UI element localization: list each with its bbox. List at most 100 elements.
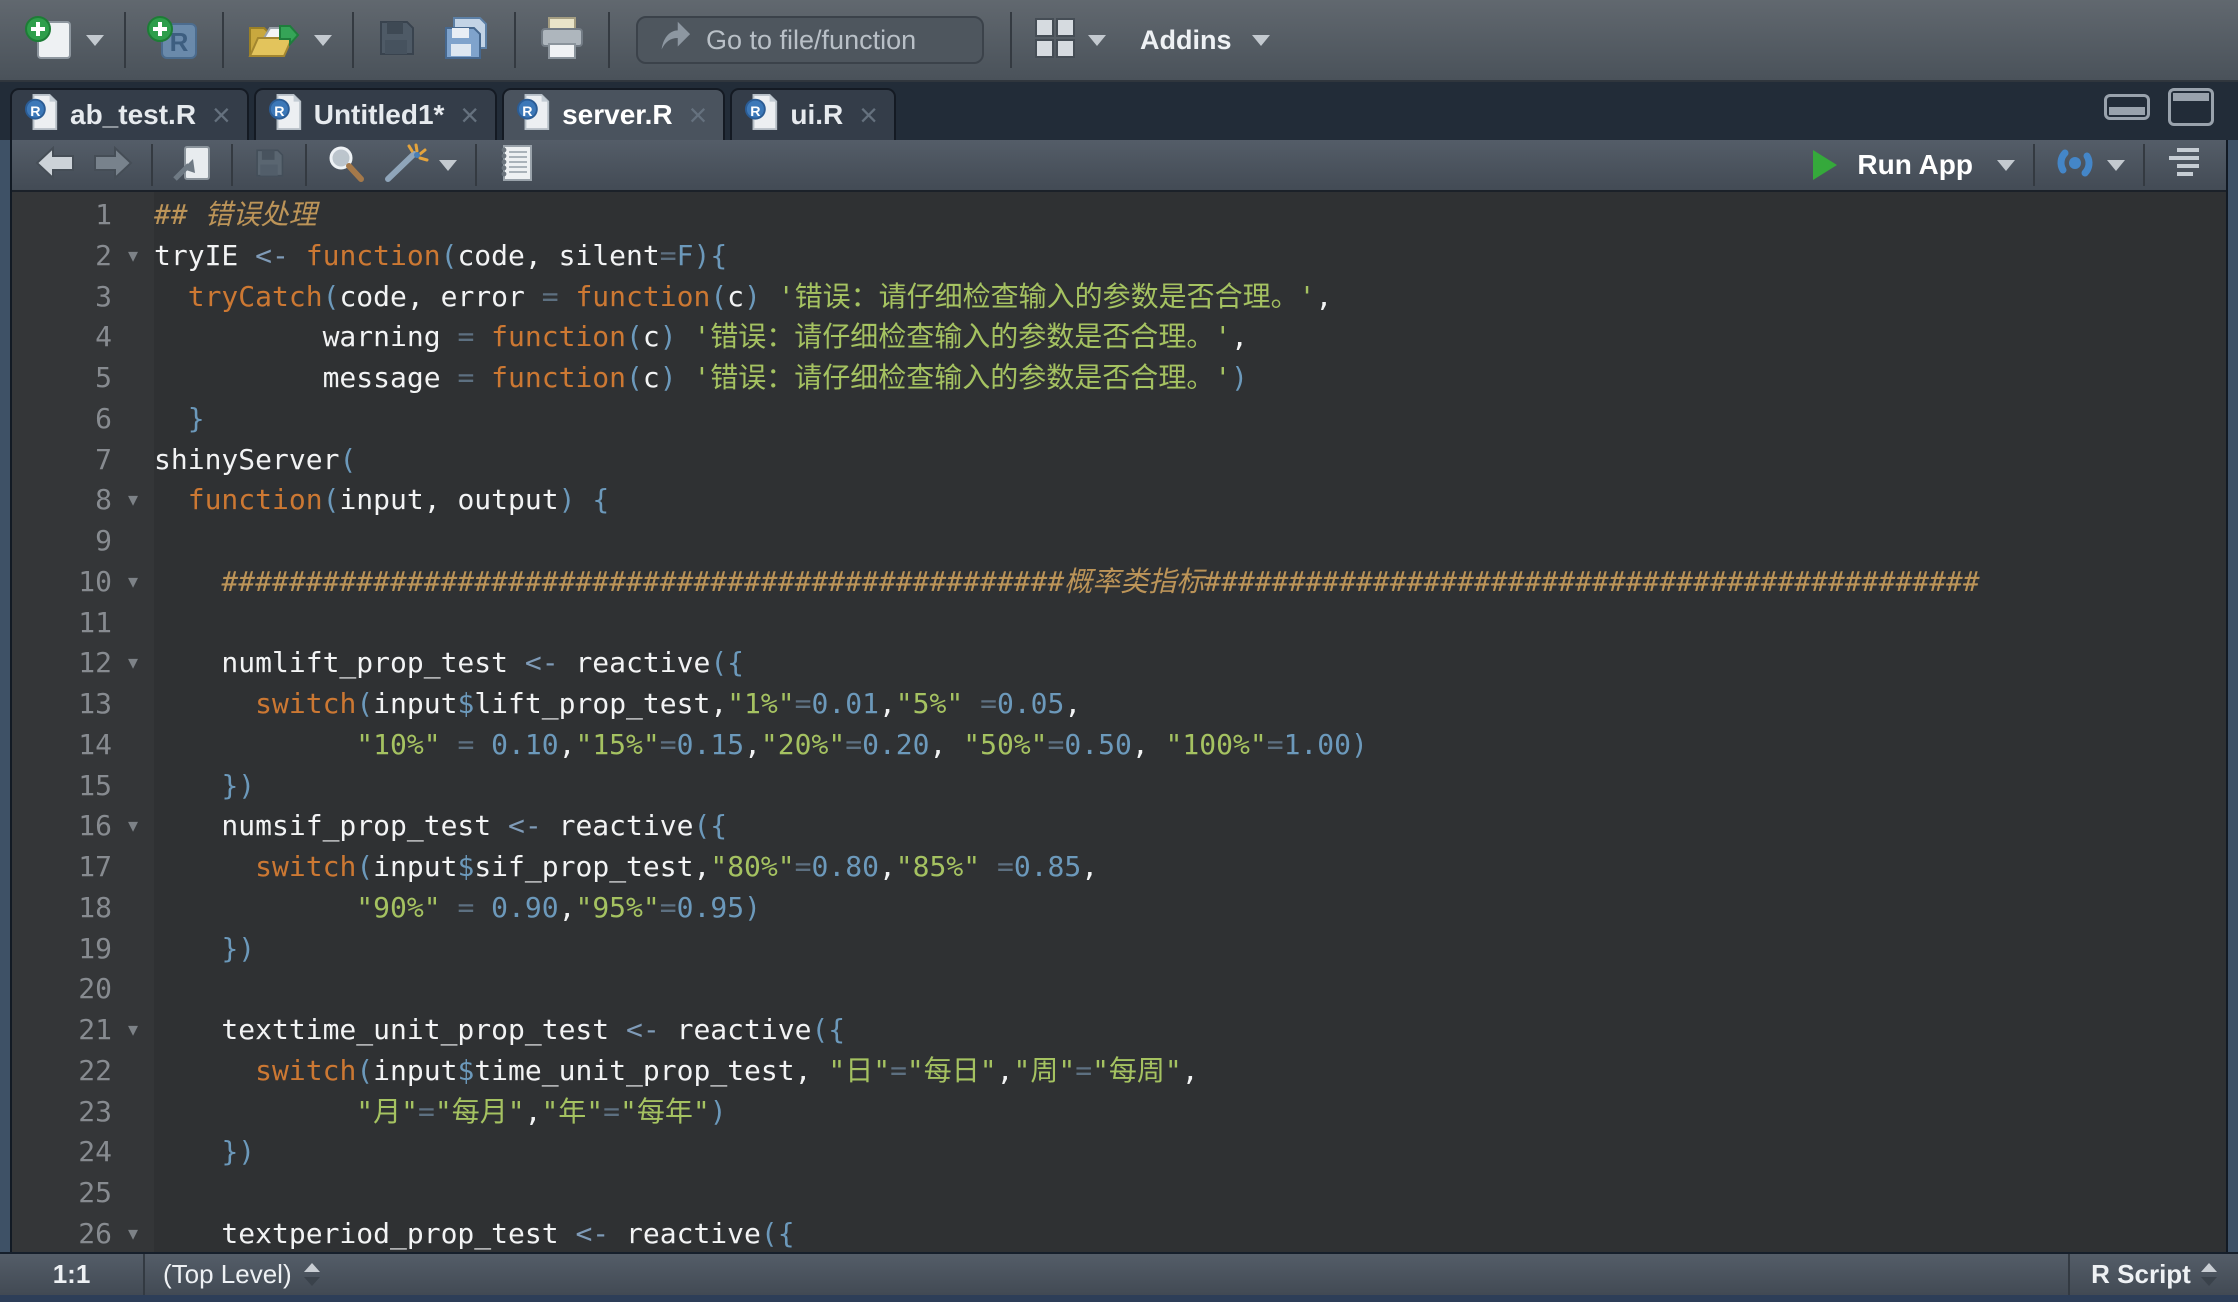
panes-layout-button[interactable] xyxy=(1022,8,1116,72)
code-line[interactable]: switch(input$sif_prop_test,"80%"=0.80,"8… xyxy=(154,847,2226,888)
editor-tab[interactable]: Rui.R× xyxy=(730,88,896,140)
code-line[interactable]: texttime_unit_prop_test <- reactive({ xyxy=(154,1010,2226,1051)
code-line[interactable]: }) xyxy=(154,1132,2226,1173)
chevron-down-icon xyxy=(86,35,104,46)
close-icon[interactable]: × xyxy=(859,99,878,131)
code-line[interactable]: message = function(c) '错误：请仔细检查输入的参数是否合理… xyxy=(154,358,2226,399)
fold-arrow-icon[interactable]: ▾ xyxy=(112,1010,154,1051)
scope-selector[interactable]: (Top Level) xyxy=(145,1259,320,1290)
code-line[interactable]: shinyServer( xyxy=(154,440,2226,481)
open-file-button[interactable] xyxy=(234,8,342,72)
maximize-pane-icon[interactable] xyxy=(2168,88,2214,126)
code-line[interactable]: switch(input$time_unit_prop_test, "日"="每… xyxy=(154,1051,2226,1092)
close-icon[interactable]: × xyxy=(212,99,231,131)
line-number: 20 xyxy=(12,969,112,1010)
save-button[interactable] xyxy=(364,8,428,72)
close-icon[interactable]: × xyxy=(689,99,708,131)
magic-wand-icon xyxy=(383,143,429,188)
fold-spacer xyxy=(112,766,154,807)
print-button[interactable] xyxy=(526,8,598,72)
chevron-down-icon xyxy=(314,35,332,46)
line-number: 5 xyxy=(12,358,112,399)
popup-window-icon xyxy=(171,143,213,188)
code-line[interactable]: warning = function(c) '错误：请仔细检查输入的参数是否合理… xyxy=(154,317,2226,358)
fold-arrow-icon[interactable]: ▾ xyxy=(112,480,154,521)
gutter: 12▾345678▾910▾1112▾13141516▾1718192021▾2… xyxy=(12,192,154,1252)
compile-notebook-button[interactable] xyxy=(486,143,544,188)
code-line[interactable] xyxy=(154,1173,2226,1214)
editor-tab[interactable]: Rab_test.R× xyxy=(10,88,249,140)
fold-arrow-icon[interactable]: ▾ xyxy=(112,1214,154,1252)
back-button[interactable] xyxy=(26,146,84,185)
fold-spacer xyxy=(112,725,154,766)
fold-spacer xyxy=(112,521,154,562)
code-line[interactable]: "10%" = 0.10,"15%"=0.15,"20%"=0.20, "50%… xyxy=(154,725,2226,766)
code-line[interactable] xyxy=(154,603,2226,644)
code-line[interactable]: numlift_prop_test <- reactive({ xyxy=(154,643,2226,684)
forward-button[interactable] xyxy=(84,146,142,185)
line-number: 9 xyxy=(12,521,112,562)
new-project-button[interactable]: R xyxy=(136,8,212,72)
code-line[interactable]: numsif_prop_test <- reactive({ xyxy=(154,806,2226,847)
goto-file-function-box[interactable]: Go to file/function xyxy=(636,16,984,64)
addins-label: Addins xyxy=(1140,25,1232,56)
code-line[interactable]: ## 错误处理 xyxy=(154,195,2226,236)
code-line[interactable]: tryIE <- function(code, silent=F){ xyxy=(154,236,2226,277)
new-file-button[interactable] xyxy=(14,8,114,72)
play-icon xyxy=(1813,150,1837,180)
code-editor[interactable]: 12▾345678▾910▾1112▾13141516▾1718192021▾2… xyxy=(12,192,2226,1252)
fold-spacer xyxy=(112,684,154,725)
reload-sync-icon xyxy=(2053,143,2097,188)
chevron-down-icon xyxy=(1088,35,1106,46)
code-line[interactable]: ########################################… xyxy=(154,562,2226,603)
fold-spacer xyxy=(112,603,154,644)
find-replace-button[interactable] xyxy=(316,143,374,188)
code-line[interactable]: function(input, output) { xyxy=(154,480,2226,521)
fold-arrow-icon[interactable]: ▾ xyxy=(112,806,154,847)
window-controls xyxy=(2104,88,2238,140)
save-all-button[interactable] xyxy=(428,8,504,72)
fold-spacer xyxy=(112,277,154,318)
new-file-icon xyxy=(24,14,76,67)
code-line[interactable]: tryCatch(code, error = function(c) '错误：请… xyxy=(154,277,2226,318)
file-type-selector[interactable]: R Script xyxy=(2068,1254,2238,1295)
close-icon[interactable]: × xyxy=(460,99,479,131)
code-tools-button[interactable] xyxy=(374,143,466,188)
save-button-editor[interactable] xyxy=(242,144,296,187)
tab-label: Untitled1* xyxy=(314,99,445,131)
code-line[interactable]: } xyxy=(154,399,2226,440)
editor-tab[interactable]: R Untitled1* × xyxy=(254,88,497,140)
minimize-pane-icon[interactable] xyxy=(2104,94,2150,120)
fold-spacer xyxy=(112,1132,154,1173)
tab-label: server.R xyxy=(562,99,673,131)
fold-arrow-icon[interactable]: ▾ xyxy=(112,236,154,277)
line-number: 23 xyxy=(12,1092,112,1133)
fold-arrow-icon[interactable]: ▾ xyxy=(112,562,154,603)
line-number: 3 xyxy=(12,277,112,318)
code-line[interactable]: textperiod_prop_test <- reactive({ xyxy=(154,1214,2226,1252)
fold-spacer xyxy=(112,440,154,481)
code-lines[interactable]: ## 错误处理tryIE <- function(code, silent=F)… xyxy=(154,192,2226,1252)
fold-spacer xyxy=(112,1051,154,1092)
code-line[interactable]: switch(input$lift_prop_test,"1%"=0.01,"5… xyxy=(154,684,2226,725)
code-line[interactable]: "90%" = 0.90,"95%"=0.95) xyxy=(154,888,2226,929)
line-number: 6 xyxy=(12,399,112,440)
code-line[interactable]: "月"="每月","年"="每年") xyxy=(154,1092,2226,1133)
run-app-button[interactable]: Run App xyxy=(1804,149,2024,181)
editor-tab[interactable]: Rserver.R× xyxy=(502,88,725,140)
document-outline-button[interactable] xyxy=(2154,145,2212,186)
r-file-icon: R xyxy=(744,91,780,140)
fold-arrow-icon[interactable]: ▾ xyxy=(112,643,154,684)
code-line[interactable]: }) xyxy=(154,929,2226,970)
svg-text:R: R xyxy=(274,103,284,119)
line-number: 12 xyxy=(12,643,112,684)
fold-spacer xyxy=(112,358,154,399)
addins-button[interactable]: Addins xyxy=(1116,8,1280,72)
fold-spacer xyxy=(112,1092,154,1133)
show-in-new-window-button[interactable] xyxy=(162,143,222,188)
code-line[interactable] xyxy=(154,969,2226,1010)
reload-app-button[interactable] xyxy=(2044,143,2134,188)
line-number: 4 xyxy=(12,317,112,358)
code-line[interactable] xyxy=(154,521,2226,562)
code-line[interactable]: }) xyxy=(154,766,2226,807)
